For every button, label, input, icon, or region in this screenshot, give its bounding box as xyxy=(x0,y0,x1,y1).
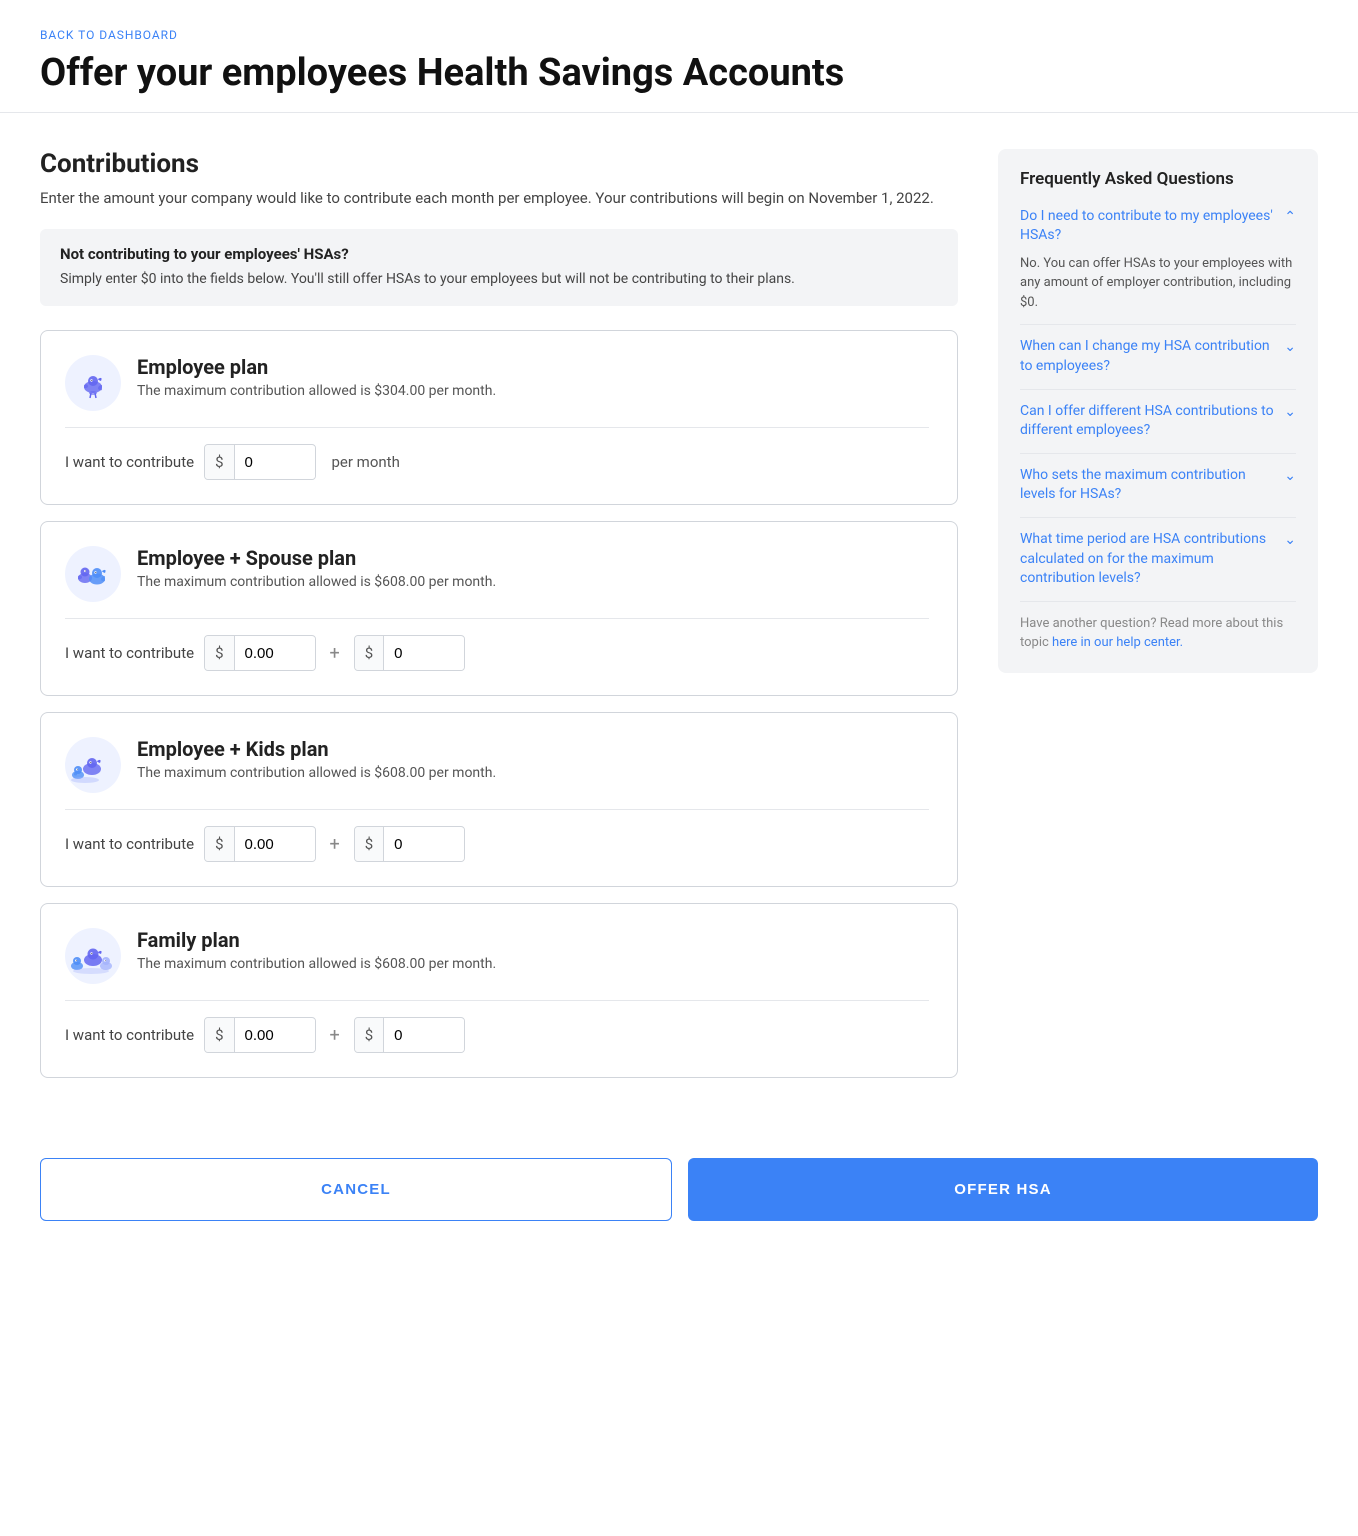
kids-plan-info: Employee + Kids plan The maximum contrib… xyxy=(137,737,496,781)
faq-item-5: What time period are HSA contributions c… xyxy=(1020,530,1296,602)
kids-plan-card: Employee + Kids plan The maximum contrib… xyxy=(40,712,958,887)
spouse-plan-name: Employee + Spouse plan xyxy=(137,546,496,570)
faq-help-center-link[interactable]: here in our help center. xyxy=(1052,635,1183,650)
faq-column: Frequently Asked Questions Do I need to … xyxy=(998,149,1318,1095)
spouse-plus-sign: + xyxy=(326,643,344,664)
faq-title: Frequently Asked Questions xyxy=(1020,169,1296,189)
faq-chevron-1: ⌃ xyxy=(1284,209,1296,225)
faq-chevron-4: ⌄ xyxy=(1284,468,1296,484)
faq-item-2: When can I change my HSA contribution to… xyxy=(1020,337,1296,389)
spouse-plan-info: Employee + Spouse plan The maximum contr… xyxy=(137,546,496,590)
employee-plan-header: Employee plan The maximum contribution a… xyxy=(65,355,929,411)
spouse-amount-input-group-1[interactable]: $ xyxy=(204,635,315,671)
kids-plan-max: The maximum contribution allowed is $608… xyxy=(137,765,496,781)
employee-plan-info: Employee plan The maximum contribution a… xyxy=(137,355,496,399)
cancel-button[interactable]: CANCEL xyxy=(40,1158,672,1221)
faq-question-4: Who sets the maximum contribution levels… xyxy=(1020,466,1284,505)
back-to-dashboard-link[interactable]: BACK TO DASHBOARD xyxy=(40,28,178,42)
kids-dollar-prefix-1: $ xyxy=(205,827,234,861)
employee-plan-card: Employee plan The maximum contribution a… xyxy=(40,330,958,505)
employee-dollar-prefix: $ xyxy=(205,445,234,479)
spouse-dollar-prefix-1: $ xyxy=(205,636,234,670)
kids-plus-sign: + xyxy=(326,834,344,855)
family-amount-input-group-2[interactable]: $ xyxy=(354,1017,465,1053)
spouse-amount-input-1[interactable] xyxy=(235,637,315,670)
faq-item-1: Do I need to contribute to my employees'… xyxy=(1020,207,1296,326)
spouse-plan-max: The maximum contribution allowed is $608… xyxy=(137,574,496,590)
family-dollar-prefix-1: $ xyxy=(205,1018,234,1052)
spouse-amount-input-2[interactable] xyxy=(384,637,464,670)
faq-question-5-row[interactable]: What time period are HSA contributions c… xyxy=(1020,530,1296,589)
faq-question-1: Do I need to contribute to my employees'… xyxy=(1020,207,1284,246)
employee-plan-name: Employee plan xyxy=(137,355,496,379)
faq-question-4-row[interactable]: Who sets the maximum contribution levels… xyxy=(1020,466,1296,505)
family-plan-icon xyxy=(65,928,121,984)
family-amount-input-1[interactable] xyxy=(235,1019,315,1052)
family-plus-sign: + xyxy=(326,1025,344,1046)
faq-question-2-row[interactable]: When can I change my HSA contribution to… xyxy=(1020,337,1296,376)
faq-item-3: Can I offer different HSA contributions … xyxy=(1020,402,1296,454)
family-dollar-prefix-2: $ xyxy=(355,1018,384,1052)
faq-question-3-row[interactable]: Can I offer different HSA contributions … xyxy=(1020,402,1296,441)
faq-question-5: What time period are HSA contributions c… xyxy=(1020,530,1284,589)
faq-question-2: When can I change my HSA contribution to… xyxy=(1020,337,1284,376)
kids-amount-input-2[interactable] xyxy=(384,828,464,861)
employee-contribution-label: I want to contribute xyxy=(65,453,194,471)
employee-per-month: per month xyxy=(332,453,400,471)
faq-chevron-3: ⌄ xyxy=(1284,404,1296,420)
kids-contribution-row: I want to contribute $ + $ xyxy=(65,826,929,862)
employee-plan-max: The maximum contribution allowed is $304… xyxy=(137,383,496,399)
spouse-contribution-label: I want to contribute xyxy=(65,644,194,662)
family-plan-info: Family plan The maximum contribution all… xyxy=(137,928,496,972)
faq-answer-1: No. You can offer HSAs to your employees… xyxy=(1020,254,1296,313)
family-contribution-row: I want to contribute $ + $ xyxy=(65,1017,929,1053)
family-amount-input-2[interactable] xyxy=(384,1019,464,1052)
faq-question-3: Can I offer different HSA contributions … xyxy=(1020,402,1284,441)
faq-chevron-2: ⌄ xyxy=(1284,339,1296,355)
employee-amount-input[interactable] xyxy=(235,446,315,479)
family-amount-input-group-1[interactable]: $ xyxy=(204,1017,315,1053)
info-box: Not contributing to your employees' HSAs… xyxy=(40,229,958,306)
faq-footer: Have another question? Read more about t… xyxy=(1020,614,1296,653)
family-plan-max: The maximum contribution allowed is $608… xyxy=(137,956,496,972)
employee-contribution-row: I want to contribute $ per month xyxy=(65,444,929,480)
offer-hsa-button[interactable]: OFFER HSA xyxy=(688,1158,1318,1221)
family-plan-name: Family plan xyxy=(137,928,496,952)
faq-item-4: Who sets the maximum contribution levels… xyxy=(1020,466,1296,518)
page-header: BACK TO DASHBOARD Offer your employees H… xyxy=(0,0,1358,113)
employee-plan-icon xyxy=(65,355,121,411)
kids-amount-input-1[interactable] xyxy=(235,828,315,861)
kids-amount-input-group-2[interactable]: $ xyxy=(354,826,465,862)
spouse-dollar-prefix-2: $ xyxy=(355,636,384,670)
kids-dollar-prefix-2: $ xyxy=(355,827,384,861)
kids-plan-icon xyxy=(65,737,121,793)
faq-box: Frequently Asked Questions Do I need to … xyxy=(998,149,1318,673)
spouse-plan-card: Employee + Spouse plan The maximum contr… xyxy=(40,521,958,696)
main-content: Contributions Enter the amount your comp… xyxy=(0,113,1358,1135)
kids-contribution-label: I want to contribute xyxy=(65,835,194,853)
kids-amount-input-group-1[interactable]: $ xyxy=(204,826,315,862)
spouse-plan-header: Employee + Spouse plan The maximum contr… xyxy=(65,546,929,602)
kids-plan-name: Employee + Kids plan xyxy=(137,737,496,761)
employee-amount-input-group[interactable]: $ xyxy=(204,444,315,480)
info-box-title: Not contributing to your employees' HSAs… xyxy=(60,245,938,263)
section-title: Contributions xyxy=(40,149,958,179)
info-box-text: Simply enter $0 into the fields below. Y… xyxy=(60,269,938,290)
faq-question-1-row[interactable]: Do I need to contribute to my employees'… xyxy=(1020,207,1296,246)
footer-buttons: CANCEL OFFER HSA xyxy=(0,1134,1358,1261)
spouse-amount-input-group-2[interactable]: $ xyxy=(354,635,465,671)
kids-plan-header: Employee + Kids plan The maximum contrib… xyxy=(65,737,929,793)
family-plan-header: Family plan The maximum contribution all… xyxy=(65,928,929,984)
family-contribution-label: I want to contribute xyxy=(65,1026,194,1044)
spouse-contribution-row: I want to contribute $ + $ xyxy=(65,635,929,671)
left-column: Contributions Enter the amount your comp… xyxy=(40,149,958,1095)
family-plan-card: Family plan The maximum contribution all… xyxy=(40,903,958,1078)
spouse-plan-icon xyxy=(65,546,121,602)
page-title: Offer your employees Health Savings Acco… xyxy=(40,52,1318,96)
section-description: Enter the amount your company would like… xyxy=(40,187,958,210)
faq-chevron-5: ⌄ xyxy=(1284,532,1296,548)
